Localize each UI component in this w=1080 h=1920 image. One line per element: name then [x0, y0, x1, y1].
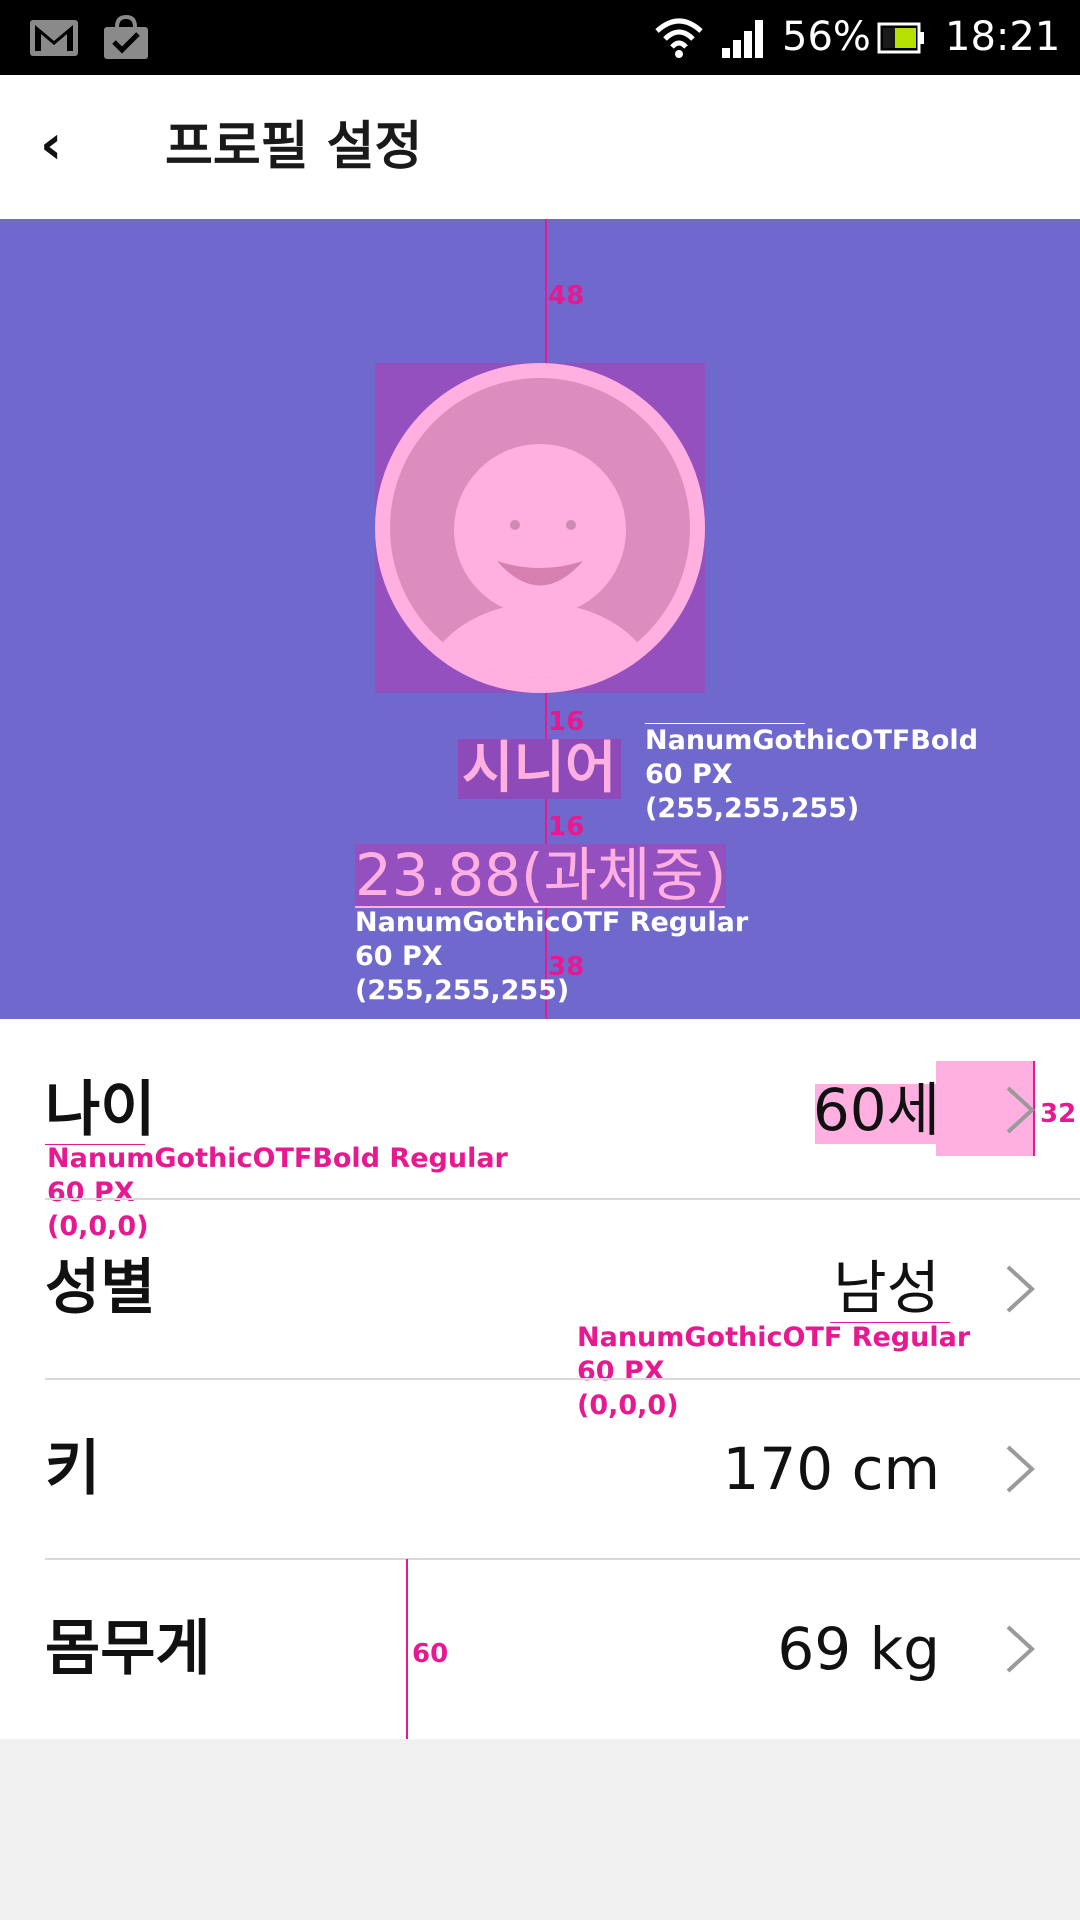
age-value: 60세: [812, 1076, 940, 1144]
rank-label: 시니어: [458, 739, 621, 799]
bmi-value: 23.88(과체중): [355, 841, 727, 909]
spacing-annotation: 38: [548, 952, 585, 982]
chevron-right-icon[interactable]: [1000, 1619, 1040, 1679]
wifi-icon: [650, 0, 708, 75]
height-value: 170 cm: [722, 1435, 940, 1503]
spacing-annotation: 16: [548, 707, 585, 737]
weight-label: 몸무게: [45, 1614, 211, 1684]
back-button[interactable]: ‹: [40, 115, 80, 175]
app-header: [0, 75, 1080, 219]
weight-value: 69 kg: [777, 1615, 940, 1683]
spacing-annotation: 60: [412, 1639, 449, 1669]
age-label: 나이: [45, 1075, 156, 1145]
gender-label: 성별: [45, 1253, 156, 1323]
battery-icon: [875, 0, 927, 75]
chevron-right-icon[interactable]: [1000, 1259, 1040, 1319]
signal-icon: [718, 0, 770, 75]
chevron-right-icon[interactable]: [1000, 1439, 1040, 1499]
smiley-avatar-icon: [375, 363, 705, 693]
battery-percent: 56%: [782, 14, 871, 60]
shopping-bag-check-icon: [100, 0, 152, 75]
spacing-annotation: 48: [548, 281, 585, 311]
page-title: 프로필 설정: [165, 117, 423, 177]
chevron-right-icon[interactable]: [1000, 1080, 1040, 1140]
spacing-annotation: 16: [548, 812, 585, 842]
spacing-guide-line: [406, 1559, 408, 1739]
clock: 18:21: [945, 14, 1061, 60]
height-label: 키: [45, 1434, 101, 1504]
rank-font-annotation: NanumGothicOTFBold 60 PX (255,255,255): [645, 725, 979, 824]
avatar[interactable]: [375, 363, 705, 693]
gender-value: 남성: [833, 1254, 940, 1322]
gmail-icon: [28, 0, 80, 75]
